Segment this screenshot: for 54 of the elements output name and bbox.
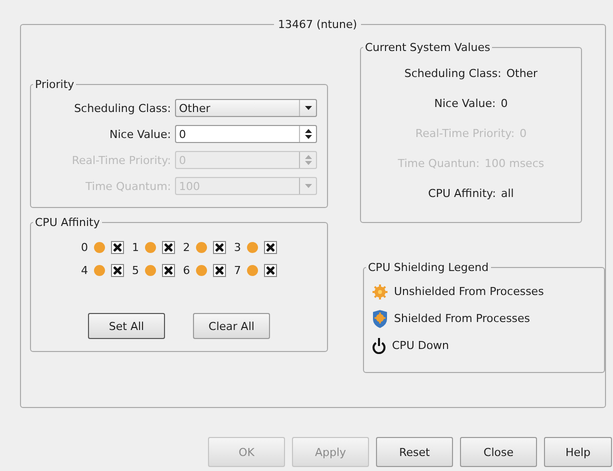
dialog-button[interactable]: Help (544, 437, 612, 467)
x-mark-icon (113, 266, 122, 275)
spin-box[interactable]: 0 (175, 125, 317, 143)
checkbox[interactable] (111, 241, 124, 254)
checkbox[interactable] (162, 264, 175, 277)
dialog-button[interactable]: Reset (376, 437, 453, 467)
x-mark-icon (266, 266, 275, 275)
checkbox[interactable] (264, 264, 277, 277)
x-mark-icon (215, 266, 224, 275)
dialog-title: 13467 (ntune) (276, 18, 358, 31)
caret-icon (304, 106, 312, 110)
group-title: CPU Affinity (34, 216, 101, 229)
cpu-number: 0 (81, 241, 88, 254)
x-mark-icon (164, 266, 173, 275)
set-all-button[interactable]: Set All (88, 313, 165, 339)
legend-label: Shielded From Processes (394, 312, 530, 325)
value-text: Other (506, 66, 538, 80)
x-mark-icon (266, 243, 275, 252)
cpu-number: 5 (132, 264, 139, 277)
shield-gear-icon (372, 310, 388, 328)
power-icon (372, 338, 386, 354)
x-mark-icon (164, 243, 173, 252)
legend-label: Unshielded From Processes (394, 285, 544, 298)
cpu-number: 4 (81, 264, 88, 277)
value-text: all (500, 186, 514, 200)
cpu-number: 3 (234, 241, 241, 254)
value-label: Nice Value: (434, 96, 496, 110)
checkbox[interactable] (162, 241, 175, 254)
checkbox[interactable] (111, 264, 124, 277)
gear-icon (372, 284, 388, 300)
spin-arrows-icon (304, 129, 312, 139)
spin-arrows-icon (304, 155, 312, 165)
clear-all-button[interactable]: Clear All (193, 313, 270, 339)
checkbox[interactable] (264, 241, 277, 254)
field-label: Scheduling Class: (74, 102, 171, 114)
legend-label: CPU Down (392, 339, 450, 352)
value-label: Scheduling Class: (404, 66, 502, 80)
dropdown[interactable]: Other (175, 99, 317, 117)
x-mark-icon (215, 243, 224, 252)
cpu-number: 2 (183, 241, 190, 254)
checkbox[interactable] (213, 264, 226, 277)
group-title: Current System Values (364, 41, 492, 54)
value-text: 0 (500, 96, 508, 110)
group-title: CPU Shielding Legend (367, 261, 490, 274)
group-title: Priority (34, 78, 76, 91)
caret-icon (304, 184, 312, 188)
dialog-button[interactable]: Close (460, 437, 537, 467)
checkbox[interactable] (213, 241, 226, 254)
x-mark-icon (113, 243, 122, 252)
value-label: CPU Affinity: (428, 186, 496, 200)
cpu-number: 1 (132, 241, 139, 254)
cpu-number: 6 (183, 264, 190, 277)
cpu-number: 7 (234, 264, 241, 277)
field-label: Nice Value: (109, 128, 171, 140)
